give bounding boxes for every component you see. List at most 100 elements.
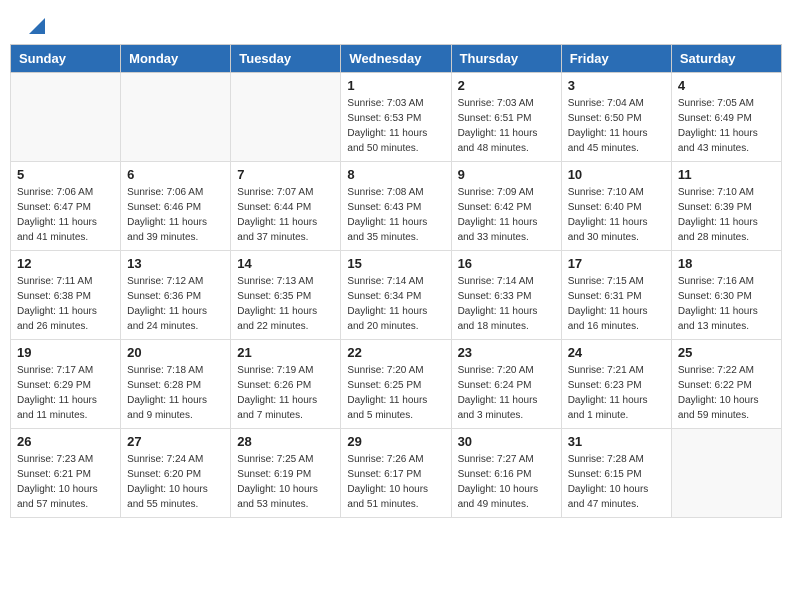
day-number: 7: [237, 167, 334, 182]
calendar-day-header: Thursday: [451, 45, 561, 73]
day-info: Sunrise: 7:13 AM Sunset: 6:35 PM Dayligh…: [237, 274, 334, 334]
day-info: Sunrise: 7:26 AM Sunset: 6:17 PM Dayligh…: [347, 452, 444, 512]
calendar-day-cell: 10 Sunrise: 7:10 AM Sunset: 6:40 PM Dayli…: [561, 162, 671, 251]
day-info: Sunrise: 7:14 AM Sunset: 6:33 PM Dayligh…: [458, 274, 555, 334]
day-number: 28: [237, 434, 334, 449]
calendar-day-cell: 27 Sunrise: 7:24 AM Sunset: 6:20 PM Dayli…: [121, 429, 231, 518]
day-info: Sunrise: 7:21 AM Sunset: 6:23 PM Dayligh…: [568, 363, 665, 423]
calendar-day-cell: 6 Sunrise: 7:06 AM Sunset: 6:46 PM Daylig…: [121, 162, 231, 251]
logo: [24, 18, 45, 34]
calendar-day-cell: 3 Sunrise: 7:04 AM Sunset: 6:50 PM Daylig…: [561, 73, 671, 162]
calendar-day-cell: 12 Sunrise: 7:11 AM Sunset: 6:38 PM Dayli…: [11, 251, 121, 340]
day-number: 10: [568, 167, 665, 182]
day-number: 15: [347, 256, 444, 271]
day-number: 4: [678, 78, 775, 93]
day-number: 3: [568, 78, 665, 93]
day-number: 24: [568, 345, 665, 360]
calendar-day-cell: 28 Sunrise: 7:25 AM Sunset: 6:19 PM Dayli…: [231, 429, 341, 518]
calendar-day-cell: 30 Sunrise: 7:27 AM Sunset: 6:16 PM Dayli…: [451, 429, 561, 518]
day-info: Sunrise: 7:11 AM Sunset: 6:38 PM Dayligh…: [17, 274, 114, 334]
calendar-week-row: 12 Sunrise: 7:11 AM Sunset: 6:38 PM Dayli…: [11, 251, 782, 340]
calendar-wrapper: SundayMondayTuesdayWednesdayThursdayFrid…: [0, 44, 792, 528]
calendar-day-cell: [231, 73, 341, 162]
calendar-week-row: 1 Sunrise: 7:03 AM Sunset: 6:53 PM Daylig…: [11, 73, 782, 162]
day-number: 20: [127, 345, 224, 360]
logo-triangle-icon: [29, 18, 45, 34]
day-number: 13: [127, 256, 224, 271]
calendar-day-cell: 24 Sunrise: 7:21 AM Sunset: 6:23 PM Dayli…: [561, 340, 671, 429]
calendar-day-cell: 14 Sunrise: 7:13 AM Sunset: 6:35 PM Dayli…: [231, 251, 341, 340]
day-number: 26: [17, 434, 114, 449]
day-info: Sunrise: 7:27 AM Sunset: 6:16 PM Dayligh…: [458, 452, 555, 512]
calendar-day-cell: 16 Sunrise: 7:14 AM Sunset: 6:33 PM Dayli…: [451, 251, 561, 340]
calendar-day-cell: 5Sunrise: 7:06 AM Sunset: 6:47 PM Daylig…: [11, 162, 121, 251]
day-info: Sunrise: 7:20 AM Sunset: 6:25 PM Dayligh…: [347, 363, 444, 423]
day-info: Sunrise: 7:05 AM Sunset: 6:49 PM Dayligh…: [678, 96, 775, 156]
day-number: 18: [678, 256, 775, 271]
calendar-day-cell: 11 Sunrise: 7:10 AM Sunset: 6:39 PM Dayli…: [671, 162, 781, 251]
calendar-day-cell: 18 Sunrise: 7:16 AM Sunset: 6:30 PM Dayli…: [671, 251, 781, 340]
day-number: 16: [458, 256, 555, 271]
day-number: 2: [458, 78, 555, 93]
day-info: Sunrise: 7:18 AM Sunset: 6:28 PM Dayligh…: [127, 363, 224, 423]
day-info: Sunrise: 7:06 AM Sunset: 6:46 PM Dayligh…: [127, 185, 224, 245]
day-number: 25: [678, 345, 775, 360]
calendar-day-header: Friday: [561, 45, 671, 73]
day-info: Sunrise: 7:23 AM Sunset: 6:21 PM Dayligh…: [17, 452, 114, 512]
calendar-day-cell: 29Sunrise: 7:26 AM Sunset: 6:17 PM Dayli…: [341, 429, 451, 518]
calendar-day-cell: 4 Sunrise: 7:05 AM Sunset: 6:49 PM Daylig…: [671, 73, 781, 162]
calendar-day-cell: 17Sunrise: 7:15 AM Sunset: 6:31 PM Dayli…: [561, 251, 671, 340]
day-number: 11: [678, 167, 775, 182]
day-info: Sunrise: 7:12 AM Sunset: 6:36 PM Dayligh…: [127, 274, 224, 334]
calendar-day-header: Wednesday: [341, 45, 451, 73]
day-info: Sunrise: 7:04 AM Sunset: 6:50 PM Dayligh…: [568, 96, 665, 156]
day-info: Sunrise: 7:14 AM Sunset: 6:34 PM Dayligh…: [347, 274, 444, 334]
day-info: Sunrise: 7:10 AM Sunset: 6:39 PM Dayligh…: [678, 185, 775, 245]
day-number: 27: [127, 434, 224, 449]
day-number: 23: [458, 345, 555, 360]
calendar-day-cell: [671, 429, 781, 518]
day-number: 6: [127, 167, 224, 182]
calendar-table: SundayMondayTuesdayWednesdayThursdayFrid…: [10, 44, 782, 518]
day-info: Sunrise: 7:07 AM Sunset: 6:44 PM Dayligh…: [237, 185, 334, 245]
calendar-day-cell: 31Sunrise: 7:28 AM Sunset: 6:15 PM Dayli…: [561, 429, 671, 518]
day-info: Sunrise: 7:08 AM Sunset: 6:43 PM Dayligh…: [347, 185, 444, 245]
day-info: Sunrise: 7:10 AM Sunset: 6:40 PM Dayligh…: [568, 185, 665, 245]
day-number: 9: [458, 167, 555, 182]
day-info: Sunrise: 7:22 AM Sunset: 6:22 PM Dayligh…: [678, 363, 775, 423]
calendar-week-row: 26 Sunrise: 7:23 AM Sunset: 6:21 PM Dayli…: [11, 429, 782, 518]
day-number: 5: [17, 167, 114, 182]
calendar-day-cell: [11, 73, 121, 162]
day-number: 14: [237, 256, 334, 271]
calendar-day-cell: 9 Sunrise: 7:09 AM Sunset: 6:42 PM Daylig…: [451, 162, 561, 251]
day-info: Sunrise: 7:03 AM Sunset: 6:53 PM Dayligh…: [347, 96, 444, 156]
logo-icon: [24, 18, 45, 34]
calendar-day-cell: 13 Sunrise: 7:12 AM Sunset: 6:36 PM Dayli…: [121, 251, 231, 340]
calendar-day-header: Monday: [121, 45, 231, 73]
calendar-day-cell: 1 Sunrise: 7:03 AM Sunset: 6:53 PM Daylig…: [341, 73, 451, 162]
calendar-day-cell: [121, 73, 231, 162]
day-number: 30: [458, 434, 555, 449]
calendar-week-row: 5Sunrise: 7:06 AM Sunset: 6:47 PM Daylig…: [11, 162, 782, 251]
calendar-header-row: SundayMondayTuesdayWednesdayThursdayFrid…: [11, 45, 782, 73]
calendar-day-header: Saturday: [671, 45, 781, 73]
day-number: 12: [17, 256, 114, 271]
calendar-day-cell: 22Sunrise: 7:20 AM Sunset: 6:25 PM Dayli…: [341, 340, 451, 429]
day-info: Sunrise: 7:25 AM Sunset: 6:19 PM Dayligh…: [237, 452, 334, 512]
day-info: Sunrise: 7:19 AM Sunset: 6:26 PM Dayligh…: [237, 363, 334, 423]
day-info: Sunrise: 7:09 AM Sunset: 6:42 PM Dayligh…: [458, 185, 555, 245]
calendar-day-cell: 7 Sunrise: 7:07 AM Sunset: 6:44 PM Daylig…: [231, 162, 341, 251]
calendar-day-cell: 25 Sunrise: 7:22 AM Sunset: 6:22 PM Dayli…: [671, 340, 781, 429]
day-info: Sunrise: 7:20 AM Sunset: 6:24 PM Dayligh…: [458, 363, 555, 423]
calendar-day-cell: 26 Sunrise: 7:23 AM Sunset: 6:21 PM Dayli…: [11, 429, 121, 518]
day-info: Sunrise: 7:16 AM Sunset: 6:30 PM Dayligh…: [678, 274, 775, 334]
day-number: 19: [17, 345, 114, 360]
calendar-day-cell: 8 Sunrise: 7:08 AM Sunset: 6:43 PM Daylig…: [341, 162, 451, 251]
day-info: Sunrise: 7:24 AM Sunset: 6:20 PM Dayligh…: [127, 452, 224, 512]
calendar-day-cell: 19Sunrise: 7:17 AM Sunset: 6:29 PM Dayli…: [11, 340, 121, 429]
day-number: 8: [347, 167, 444, 182]
day-number: 1: [347, 78, 444, 93]
day-number: 31: [568, 434, 665, 449]
calendar-day-header: Tuesday: [231, 45, 341, 73]
calendar-week-row: 19Sunrise: 7:17 AM Sunset: 6:29 PM Dayli…: [11, 340, 782, 429]
